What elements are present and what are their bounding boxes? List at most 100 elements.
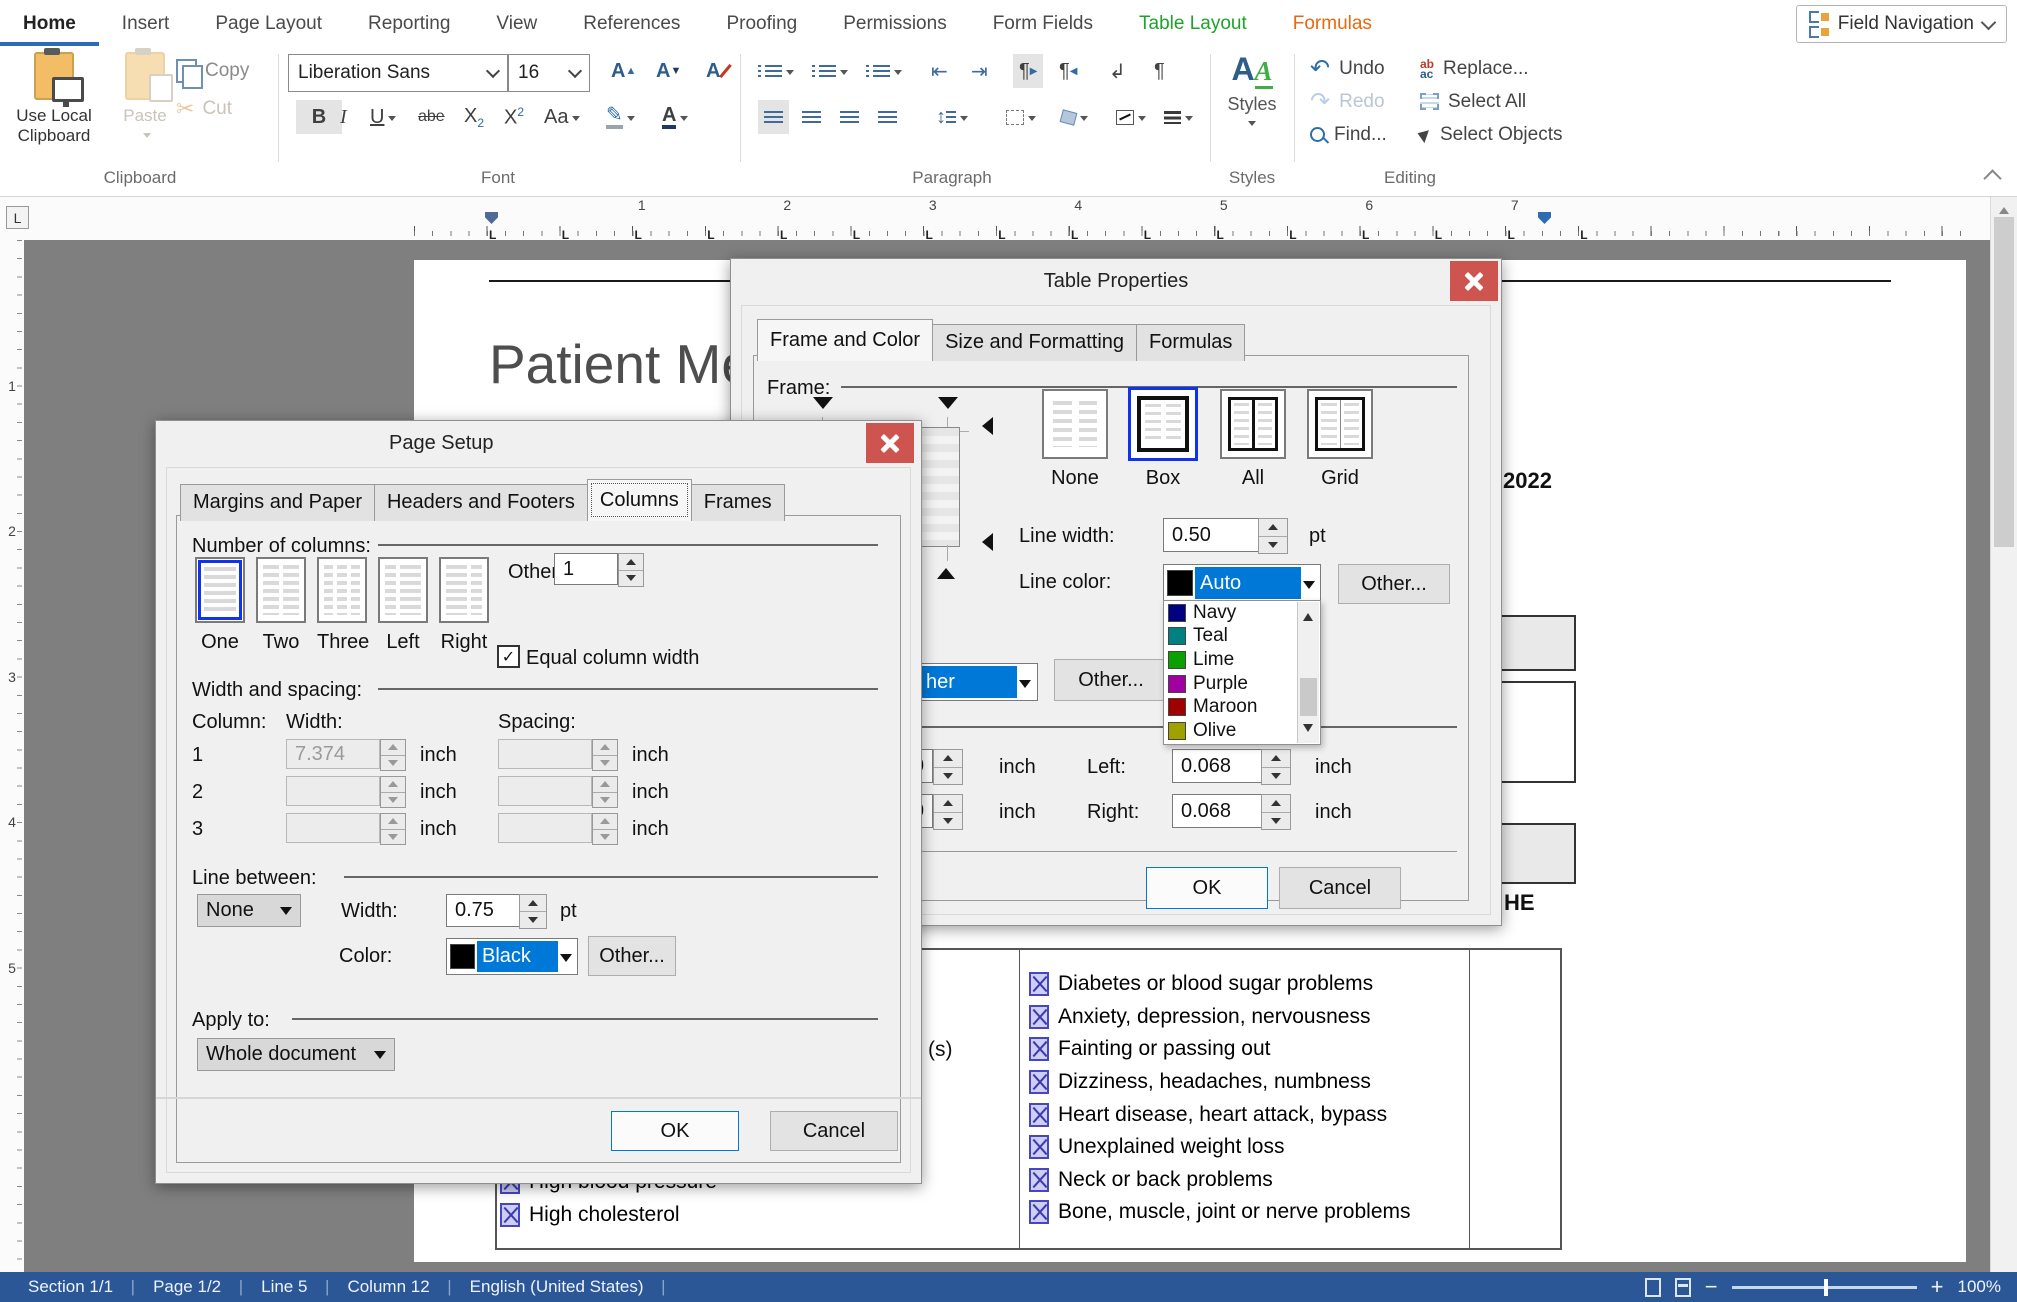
checklist-item[interactable]: Fainting or passing out [1029,1033,1411,1066]
tab-formulas[interactable]: Formulas [1136,324,1245,361]
checklist-item[interactable]: Unexplained weight loss [1029,1131,1411,1164]
align-right-button[interactable] [834,100,865,134]
cut-button[interactable]: ✂ Cut [176,92,232,126]
scroll-up-icon[interactable] [1303,608,1313,621]
tab-view[interactable]: View [473,1,560,46]
line-color-combo[interactable]: Black [446,938,578,975]
ok-button[interactable]: OK [1146,867,1268,909]
vertical-scrollbar[interactable] [1990,197,2017,1272]
right-margin-spinner[interactable] [1261,794,1291,830]
highlight-button[interactable]: ✎ [600,100,641,134]
fit-page-icon[interactable] [1645,1278,1661,1297]
vertical-ruler[interactable]: 12345 [0,240,24,1272]
equal-column-width-checkbox[interactable]: ✓ [497,645,520,668]
row-marker-icon[interactable] [973,417,993,435]
horizontal-ruler[interactable]: 1234567 LLLLLLLLLLLLLLLL [414,196,1966,240]
justify-button[interactable] [872,100,903,134]
checklist-item[interactable]: Neck or back problems [1029,1164,1411,1197]
scrollbar-thumb[interactable] [1994,217,2014,547]
strikethrough-button[interactable]: abe [412,100,451,134]
fit-width-icon[interactable] [1675,1278,1691,1297]
tab-columns[interactable]: Columns [587,479,692,521]
ltr-paragraph-button[interactable]: ¶▶ [1013,54,1043,88]
subscript-button[interactable]: X2 [458,100,490,134]
spacing-input[interactable] [498,813,592,843]
line-width-input[interactable]: 0.75 [446,894,520,927]
width-spinner[interactable] [380,776,406,808]
zoom-slider[interactable] [1732,1286,1917,1289]
color-dropdown-list[interactable]: Navy Teal Lime Purple Maroon Olive [1163,600,1321,745]
tab-form-fields[interactable]: Form Fields [970,1,1116,46]
checked-checkbox-icon[interactable] [1029,972,1049,996]
status-item[interactable]: Section 1/1 [28,1277,113,1297]
width-input[interactable] [286,776,380,806]
right-margin-input[interactable]: 0.068 [1172,794,1262,828]
spacing-spinner[interactable] [592,739,618,771]
row-marker-icon[interactable] [973,533,993,551]
formatting-marks-button[interactable]: ¶ [1148,54,1171,88]
shading-other-button[interactable]: Other... [1054,659,1168,701]
increase-indent-button[interactable]: ⇥ [965,54,994,88]
columns-option-three[interactable] [317,557,367,623]
zoom-out-button[interactable]: − [1705,1274,1718,1300]
shrink-font-button[interactable]: A▼ [650,54,687,88]
tab-insert[interactable]: Insert [99,1,193,46]
font-color-button[interactable]: A [656,100,694,134]
rtl-paragraph-button[interactable]: ¶◀ [1053,54,1083,88]
line-width-spinner[interactable] [1258,518,1288,554]
checked-checkbox-icon[interactable] [1029,1037,1049,1061]
right-indent-marker[interactable] [1538,212,1551,224]
checked-checkbox-icon[interactable] [1029,1200,1049,1224]
tab-permissions[interactable]: Permissions [820,1,969,46]
collapse-ribbon-icon[interactable] [1983,169,2001,187]
lines-button[interactable] [1158,100,1199,134]
columns-option-two[interactable] [256,557,306,623]
other-columns-input[interactable]: 1 [554,553,618,585]
checked-checkbox-icon[interactable] [1029,1070,1049,1094]
tab-page-layout[interactable]: Page Layout [192,1,345,46]
checklist-item[interactable]: High cholesterol [500,1199,717,1232]
other-columns-spinner[interactable] [618,553,644,587]
spacing-input[interactable] [498,776,592,806]
line-color-combo[interactable]: Auto [1163,564,1321,602]
columns-option-right[interactable] [439,557,489,623]
font-size-combo[interactable]: 16 [508,54,590,92]
tab-formulas[interactable]: Formulas [1270,1,1395,46]
bulleted-list-button[interactable] [752,54,800,88]
status-item[interactable]: Column 12 [347,1277,429,1297]
line-style-combo[interactable]: None [197,894,301,927]
superscript-button[interactable]: X2 [498,100,530,134]
zoom-slider-thumb[interactable] [1824,1279,1828,1296]
align-left-button[interactable] [758,100,789,134]
borders-button[interactable] [1000,100,1042,134]
color-other-button[interactable]: Other... [588,936,676,976]
replace-button[interactable]: abacReplace... [1420,52,1563,85]
close-icon[interactable] [866,423,914,463]
bottom-marker-icon[interactable] [937,559,955,579]
status-item[interactable]: Page 1/2 [153,1277,221,1297]
decrease-indent-button[interactable]: ⇤ [925,54,954,88]
checked-checkbox-icon[interactable] [1029,1168,1049,1192]
left-indent-marker[interactable] [485,212,498,224]
redo-button[interactable]: ↷Redo [1310,85,1387,118]
cancel-button[interactable]: Cancel [1279,867,1401,909]
status-item[interactable]: Line 5 [261,1277,307,1297]
cancel-button[interactable]: Cancel [770,1111,898,1151]
shading-button[interactable] [1055,100,1094,134]
styles-button[interactable]: AA Styles [1222,52,1282,130]
frame-option-all[interactable] [1220,389,1286,459]
numbered-list-button[interactable] [806,54,854,88]
column-marker-icon[interactable] [813,397,833,419]
tab-table-layout[interactable]: Table Layout [1116,1,1270,46]
spacing-spinner[interactable] [592,813,618,845]
ok-button[interactable]: OK [611,1111,739,1151]
margin-bottom-spinner[interactable] [933,794,963,830]
spacing-input[interactable] [498,739,592,769]
width-spinner[interactable] [380,739,406,771]
frame-option-box-selected[interactable] [1130,389,1196,459]
text-frame-button[interactable] [1110,100,1152,134]
underline-button[interactable]: U [364,100,402,134]
align-center-button[interactable] [796,100,827,134]
copy-button[interactable]: Copy [176,54,249,88]
font-family-combo[interactable]: Liberation Sans [288,54,508,92]
